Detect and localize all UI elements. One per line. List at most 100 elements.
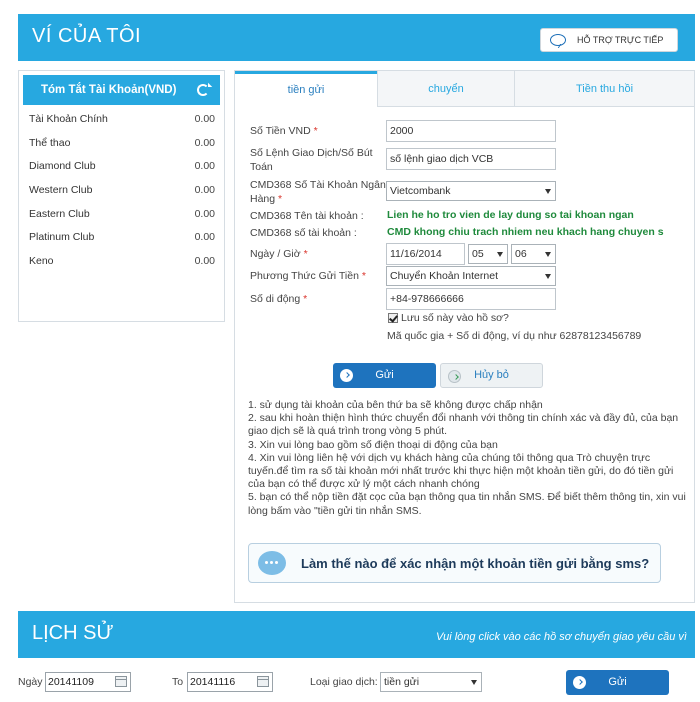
hour-select[interactable]: 05 bbox=[468, 244, 508, 264]
account-name: Eastern Club bbox=[29, 208, 90, 220]
bank-label: CMD368 Số Tài Khoản Ngân Hàng * bbox=[250, 178, 390, 206]
method-select[interactable]: Chuyển Khoản Internet bbox=[386, 266, 556, 286]
instruction-item: 4. Xin vui lòng liên hệ với dịch vụ khác… bbox=[248, 451, 674, 491]
transaction-type-label: Loại giao dịch: bbox=[310, 676, 378, 688]
account-name: Platinum Club bbox=[29, 231, 95, 243]
date-input[interactable]: 11/16/2014 bbox=[386, 243, 465, 265]
amount-label: Số Tiền VND * bbox=[250, 124, 318, 138]
method-select-value: Chuyển Khoản Internet bbox=[390, 270, 498, 282]
account-balance: 0.00 bbox=[194, 113, 215, 125]
chevron-down-icon bbox=[471, 680, 477, 685]
cancel-button[interactable]: Hủy bỏ bbox=[440, 363, 543, 388]
to-date-input[interactable]: 20141116 bbox=[187, 672, 273, 692]
required-mark: * bbox=[303, 248, 308, 260]
cancel-label: Hủy bỏ bbox=[474, 369, 509, 381]
calendar-icon[interactable] bbox=[257, 676, 269, 687]
from-date-input[interactable]: 20141109 bbox=[45, 672, 131, 692]
account-number-value: CMD khong chiu trach nhiem neu khach han… bbox=[387, 226, 664, 238]
bank-label-text: CMD368 Số Tài Khoản Ngân Hàng bbox=[250, 179, 386, 205]
minute-select[interactable]: 06 bbox=[511, 244, 556, 264]
instruction-item: 2. sau khi hoàn thiện hình thức chuyển đ… bbox=[248, 412, 679, 438]
history-submit-button[interactable]: Gửi bbox=[566, 670, 669, 695]
phone-label: Số di động * bbox=[250, 292, 307, 306]
required-mark: * bbox=[278, 193, 283, 205]
required-mark: * bbox=[303, 293, 308, 305]
account-row: Western Club 0.00 bbox=[29, 184, 215, 196]
phone-hint: Mã quốc gia + Số di động, ví dụ như 6287… bbox=[387, 330, 642, 342]
account-row: Keno 0.00 bbox=[29, 255, 215, 267]
submit-label: Gửi bbox=[375, 369, 394, 381]
account-balance: 0.00 bbox=[194, 137, 215, 149]
save-phone-checkbox[interactable] bbox=[388, 313, 398, 323]
submit-button[interactable]: Gửi bbox=[333, 363, 436, 388]
account-name: Keno bbox=[29, 255, 54, 267]
reference-input[interactable]: số lệnh giao dịch VCB bbox=[386, 148, 556, 170]
account-name: Diamond Club bbox=[29, 160, 96, 172]
account-summary-title: Tóm Tắt Tài Khoản(VND) bbox=[41, 84, 177, 96]
minute-select-value: 06 bbox=[515, 248, 527, 260]
calendar-icon[interactable] bbox=[115, 676, 127, 687]
history-header: LỊCH SỬ Vui lòng click vào các hồ sơ chu… bbox=[18, 611, 695, 658]
tab-withdraw[interactable]: Tiền thu hồi bbox=[514, 71, 694, 107]
datetime-label: Ngày / Giờ * bbox=[250, 247, 308, 261]
deposit-panel: tiền gửi chuyển Tiền thu hồi Số Tiền VND… bbox=[234, 70, 695, 603]
account-name: Thể thao bbox=[29, 137, 71, 149]
bank-select[interactable]: Vietcombank bbox=[386, 181, 556, 201]
transaction-type-value: tiền gửi bbox=[384, 676, 420, 688]
chevron-down-icon bbox=[497, 252, 503, 257]
instructions-list: 1. sử dụng tài khoản của bên thứ ba sẽ k… bbox=[248, 399, 688, 518]
datetime-label-text: Ngày / Giờ bbox=[250, 248, 301, 260]
required-mark: * bbox=[361, 270, 366, 282]
history-title: LỊCH SỬ bbox=[32, 622, 114, 644]
reference-label: Số Lệnh Giao Dịch/Số Bút Toán bbox=[250, 147, 373, 173]
chevron-down-icon bbox=[545, 274, 551, 279]
to-date-value: 20141116 bbox=[190, 676, 236, 688]
phone-input[interactable]: +84-978666666 bbox=[386, 288, 556, 310]
live-support-label: HỖ TRỢ TRỰC TIẾP bbox=[577, 35, 664, 45]
account-balance: 0.00 bbox=[194, 160, 215, 172]
account-summary-header: Tóm Tắt Tài Khoản(VND) bbox=[23, 75, 220, 105]
account-balance: 0.00 bbox=[194, 231, 215, 243]
account-row: Eastern Club 0.00 bbox=[29, 208, 215, 220]
save-phone-label: Lưu số này vào hồ sơ? bbox=[401, 312, 509, 324]
live-support-button[interactable]: HỖ TRỢ TRỰC TIẾP bbox=[540, 28, 678, 52]
bank-select-value: Vietcombank bbox=[390, 185, 451, 197]
amount-label-text: Số Tiền VND bbox=[250, 125, 311, 137]
arrow-right-icon bbox=[573, 676, 586, 689]
account-name: Western Club bbox=[29, 184, 93, 196]
to-date-label: To bbox=[172, 676, 184, 688]
account-row: Tài Khoản Chính 0.00 bbox=[29, 113, 215, 125]
tab-transfer[interactable]: chuyển bbox=[377, 71, 514, 107]
account-balance: 0.00 bbox=[194, 255, 215, 267]
method-label-text: Phương Thức Gửi Tiền bbox=[250, 270, 359, 282]
phone-label-text: Số di động bbox=[250, 293, 301, 305]
history-submit-label: Gửi bbox=[608, 676, 627, 688]
required-mark: * bbox=[313, 125, 318, 137]
speech-bubble-icon bbox=[258, 551, 286, 575]
chat-bubble-icon bbox=[550, 34, 566, 46]
history-hint: Vui lòng click vào các hồ sơ chuyển giao… bbox=[435, 631, 687, 643]
hour-select-value: 05 bbox=[472, 248, 484, 260]
arrow-right-icon bbox=[340, 369, 353, 382]
page-title: VÍ CỦA TÔI bbox=[32, 25, 142, 47]
method-label: Phương Thức Gửi Tiền * bbox=[250, 269, 366, 283]
account-name-label: CMD368 Tên tài khoản : bbox=[250, 210, 364, 222]
wallet-header: VÍ CỦA TÔI HỖ TRỢ TRỰC TIẾP bbox=[18, 14, 695, 61]
amount-input[interactable]: 2000 bbox=[386, 120, 556, 142]
refresh-icon[interactable] bbox=[197, 84, 209, 96]
tab-deposit[interactable]: tiền gửi bbox=[235, 71, 377, 107]
account-row: Platinum Club 0.00 bbox=[29, 231, 215, 243]
sms-deposit-help-link[interactable]: Làm thế nào để xác nhận một khoản tiền g… bbox=[248, 543, 661, 583]
account-name-value: Lien he ho tro vien de lay dung so tai k… bbox=[387, 209, 634, 221]
instruction-item: 1. sử dụng tài khoản của bên thứ ba sẽ k… bbox=[248, 399, 543, 411]
instruction-item: 5. bạn có thể nộp tiền đặt cọc của bạn t… bbox=[248, 491, 686, 517]
account-balance: 0.00 bbox=[194, 208, 215, 220]
arrow-right-icon bbox=[448, 370, 461, 383]
account-summary-panel: Tóm Tắt Tài Khoản(VND) Tài Khoản Chính 0.… bbox=[18, 70, 225, 322]
sms-help-text: Làm thế nào để xác nhận một khoản tiền g… bbox=[301, 556, 650, 571]
account-row: Thể thao 0.00 bbox=[29, 137, 215, 149]
from-date-value: 20141109 bbox=[48, 676, 94, 688]
from-date-label: Ngày bbox=[18, 676, 43, 688]
account-balance: 0.00 bbox=[194, 184, 215, 196]
transaction-type-select[interactable]: tiền gửi bbox=[380, 672, 482, 692]
